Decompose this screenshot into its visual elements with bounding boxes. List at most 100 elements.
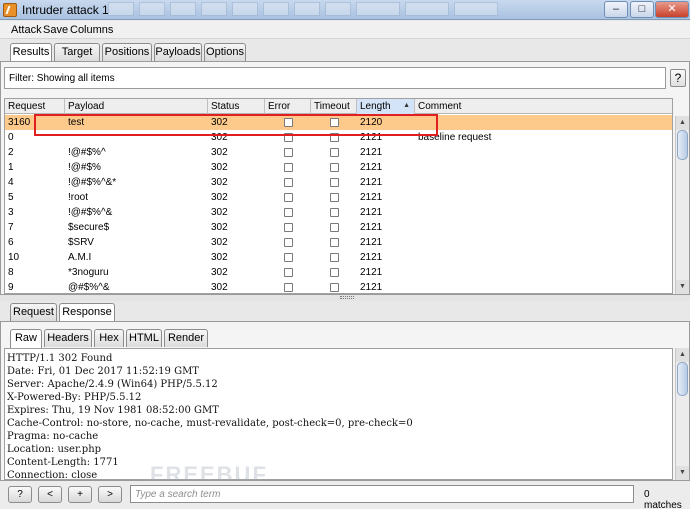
cell-request: 5 [8, 192, 14, 203]
error-checkbox [284, 283, 293, 292]
column-error[interactable]: Error [265, 99, 311, 114]
tab-request[interactable]: Request [10, 303, 57, 321]
timeout-checkbox [330, 178, 339, 187]
close-button[interactable]: ✕ [655, 1, 689, 18]
response-line: Expires: Thu, 19 Nov 1981 08:52:00 GMT [7, 405, 219, 416]
table-row[interactable]: 3 !@#$%^& 302 2121 [5, 205, 672, 220]
next-match-plus-button[interactable]: + [68, 486, 92, 503]
error-checkbox [284, 178, 293, 187]
search-help-button[interactable]: ? [8, 486, 32, 503]
cell-length: 2121 [360, 267, 383, 278]
tab-headers[interactable]: Headers [44, 329, 92, 347]
cell-length: 2121 [360, 147, 383, 158]
tab-results[interactable]: Results [10, 43, 52, 62]
cell-comment [415, 145, 421, 160]
column-timeout[interactable]: Timeout [311, 99, 357, 114]
table-row[interactable]: 6 $SRV 302 2121 [5, 235, 672, 250]
pane-splitter[interactable] [0, 295, 690, 301]
cell-payload: !@#$%^&* [68, 177, 117, 188]
scroll-up-icon[interactable]: ▲ [676, 348, 689, 362]
tab-options[interactable]: Options [204, 43, 246, 61]
tab-html[interactable]: HTML [126, 329, 162, 347]
timeout-checkbox [330, 283, 339, 292]
cell-length: 2121 [360, 222, 383, 233]
results-scrollbar[interactable]: ▲ ▼ [675, 116, 689, 294]
tab-response[interactable]: Response [59, 303, 115, 322]
response-scrollbar[interactable]: ▲ ▼ [675, 348, 689, 480]
cell-length: 2121 [360, 192, 383, 203]
table-row[interactable]: 9 @#$%^& 302 2121 [5, 280, 672, 293]
response-line: X-Powered-By: PHP/5.5.12 [7, 392, 142, 403]
timeout-checkbox [330, 223, 339, 232]
timeout-checkbox [330, 268, 339, 277]
error-checkbox [284, 118, 293, 127]
tab-render[interactable]: Render [164, 329, 208, 347]
error-checkbox [284, 268, 293, 277]
cell-status: 302 [211, 252, 228, 263]
cell-request: 9 [8, 282, 14, 293]
scroll-down-icon[interactable]: ▼ [676, 466, 689, 480]
scroll-thumb[interactable] [677, 362, 688, 396]
cell-comment: baseline request [418, 132, 492, 143]
cell-status: 302 [211, 192, 228, 203]
table-row[interactable]: 4 !@#$%^&* 302 2121 [5, 175, 672, 190]
menu-columns[interactable]: Columns [70, 24, 113, 36]
column-comment[interactable]: Comment [415, 99, 672, 114]
tab-raw[interactable]: Raw [10, 329, 42, 348]
filter-help-button[interactable]: ? [670, 69, 686, 87]
table-row[interactable]: 1 !@#$% 302 2121 [5, 160, 672, 175]
cell-payload: $secure$ [68, 222, 110, 233]
tab-hex[interactable]: Hex [94, 329, 124, 347]
tab-positions[interactable]: Positions [102, 43, 152, 61]
scroll-up-icon[interactable]: ▲ [676, 116, 689, 130]
minimize-button[interactable]: – [604, 1, 628, 18]
error-checkbox [284, 163, 293, 172]
maximize-button[interactable]: □ [630, 1, 654, 18]
response-raw-view[interactable]: HTTP/1.1 302 Found Date: Fri, 01 Dec 201… [4, 348, 673, 480]
table-row[interactable]: 7 $secure$ 302 2121 [5, 220, 672, 235]
previous-match-button[interactable]: < [38, 486, 62, 503]
filter-bar[interactable]: Filter: Showing all items [4, 67, 666, 89]
cell-length: 2121 [360, 252, 383, 263]
timeout-checkbox [330, 208, 339, 217]
cell-request: 2 [8, 147, 14, 158]
cell-request: 7 [8, 222, 14, 233]
next-match-button[interactable]: > [98, 486, 122, 503]
scroll-thumb[interactable] [677, 130, 688, 160]
tab-payloads[interactable]: Payloads [154, 43, 202, 61]
response-line: Content-Length: 1771 [7, 457, 119, 468]
table-row[interactable]: 3160 test 302 2120 [5, 115, 672, 130]
results-table: Request Payload Status Error Timeout Len… [4, 98, 673, 294]
scroll-down-icon[interactable]: ▼ [676, 280, 689, 294]
column-request[interactable]: Request [5, 99, 65, 114]
column-status[interactable]: Status [208, 99, 265, 114]
cell-comment [415, 115, 421, 130]
table-row[interactable]: 2 !@#$%^ 302 2121 [5, 145, 672, 160]
column-payload[interactable]: Payload [65, 99, 208, 114]
cell-request: 8 [8, 267, 14, 278]
table-row[interactable]: 8 *3noguru 302 2121 [5, 265, 672, 280]
menu-save[interactable]: Save [43, 24, 68, 36]
timeout-checkbox [330, 163, 339, 172]
menu-attack[interactable]: Attack [11, 24, 42, 36]
cell-length: 2121 [360, 237, 383, 248]
splitter-grip-icon [340, 296, 354, 299]
cell-length: 2121 [360, 132, 383, 143]
cell-payload: !@#$% [68, 162, 101, 173]
table-header: Request Payload Status Error Timeout Len… [5, 99, 672, 114]
table-row[interactable]: 5 !root 302 2121 [5, 190, 672, 205]
table-row[interactable]: 0 302 2121 baseline request [5, 130, 672, 145]
table-row[interactable]: 10 A.M.I 302 2121 [5, 250, 672, 265]
cell-payload: $SRV [68, 237, 94, 248]
error-checkbox [284, 148, 293, 157]
search-input[interactable] [130, 485, 634, 503]
error-checkbox [284, 223, 293, 232]
column-length[interactable]: Length ▲ [357, 99, 415, 114]
response-line: Pragma: no-cache [7, 431, 99, 442]
tab-target[interactable]: Target [54, 43, 100, 61]
cell-comment [415, 280, 421, 293]
cell-status: 302 [211, 147, 228, 158]
cell-status: 302 [211, 282, 228, 293]
cell-request: 6 [8, 237, 14, 248]
cell-payload: !root [68, 192, 89, 203]
